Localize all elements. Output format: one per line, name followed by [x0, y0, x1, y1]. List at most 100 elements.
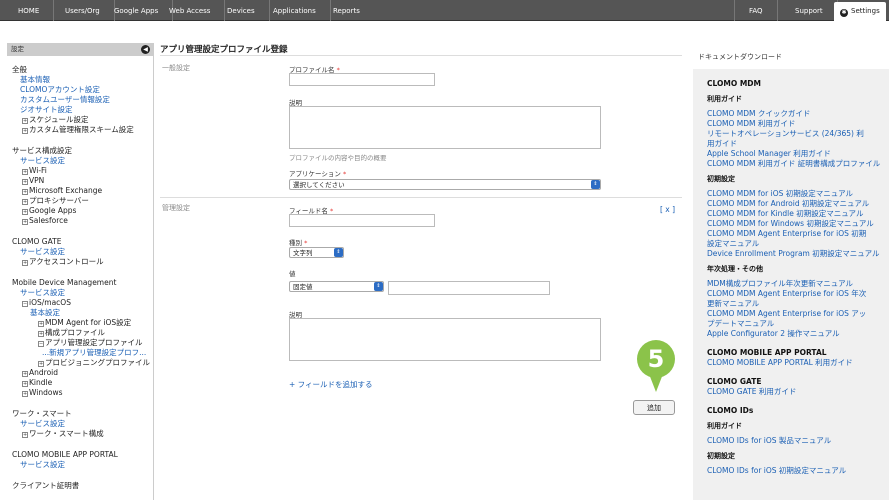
doc-link[interactable]: CLOMO IDs for iOS 製品マニュアル	[707, 436, 889, 446]
sidebar-link-custom-user-info[interactable]: カスタムユーザー情報設定	[12, 95, 153, 105]
doc-link[interactable]: CLOMO MDM for iOS 初期設定マニュアル	[707, 189, 889, 199]
sidebar-link-clomo-account[interactable]: CLOMOアカウント設定	[12, 85, 153, 95]
sidebar-tree-app-profile[interactable]: − アプリ管理設定プロファイル	[12, 338, 153, 348]
add-field-link[interactable]: + フィールドを追加する	[289, 379, 373, 390]
description-textarea[interactable]	[289, 106, 601, 149]
nav-support[interactable]: Support	[781, 0, 838, 21]
sidebar-tree-ws-config[interactable]: + ワーク・スマート構成	[12, 429, 153, 439]
doc-link[interactable]: CLOMO MDM for Android 初期設定マニュアル	[707, 199, 889, 209]
doc-link[interactable]: CLOMO MDM Agent Enterprise for iOS 年次	[707, 289, 889, 299]
ids-section-title: CLOMO IDs	[707, 406, 754, 415]
section-general-label: 一般設定	[162, 64, 190, 72]
sidebar-tree-access-control[interactable]: + アクセスコントロール	[12, 257, 153, 267]
remove-field-button[interactable]: [ x ]	[660, 205, 675, 214]
sidebar-link-geosite[interactable]: ジオサイト設定	[12, 105, 153, 115]
gate-section-title: CLOMO GATE	[707, 377, 762, 386]
profile-name-input[interactable]	[289, 73, 435, 86]
doc-link[interactable]: CLOMO MDM 利用ガイド 証明書構成プロファイル	[707, 159, 889, 169]
expand-icon: +	[22, 432, 28, 438]
nav-settings-tab[interactable]: ✱ Settings	[834, 2, 886, 21]
expand-icon: +	[22, 391, 28, 397]
collapse-icon: −	[22, 301, 28, 307]
sidebar-tree-ios[interactable]: − iOS/macOS	[12, 298, 153, 308]
sidebar-tree-wifi[interactable]: + Wi-Fi	[12, 166, 153, 176]
expand-icon: +	[38, 321, 44, 327]
add-button[interactable]: 追加	[633, 400, 675, 415]
download-list: CLOMO MDM 利用ガイド CLOMO MDM クイックガイド CLOMO …	[693, 69, 889, 500]
sidebar-link-ios-basic[interactable]: 基本設定	[12, 308, 153, 318]
sidebar-tree-provisioning[interactable]: + プロビジョニングプロファイル	[12, 358, 153, 368]
sidebar-section-service: サービス構成設定	[12, 146, 72, 155]
sidebar-link-gate-service[interactable]: サービス設定	[12, 247, 153, 257]
sidebar-tree-exchange[interactable]: + Microsoft Exchange	[12, 186, 153, 196]
doc-link[interactable]: CLOMO MDM for Kindle 初期設定マニュアル	[707, 209, 889, 219]
sidebar-tree-custom-permission[interactable]: + カスタム管理権限スキーム設定	[12, 125, 153, 135]
step-marker-pointer	[649, 374, 663, 392]
value-type-select[interactable]: 固定値 ⇕	[289, 281, 384, 292]
doc-link[interactable]: リモートオペレーションサービス (24/365) 利	[707, 129, 889, 139]
sidebar-tree-vpn[interactable]: + VPN	[12, 176, 153, 186]
collapse-sidebar-icon[interactable]: ◀	[141, 45, 150, 54]
type-select[interactable]: 文字列 ⇕	[289, 247, 344, 258]
doc-link[interactable]: CLOMO MDM for Windows 初期設定マニュアル	[707, 219, 889, 229]
sidebar-link-mdm-service[interactable]: サービス設定	[12, 288, 153, 298]
doc-link[interactable]: CLOMO MDM Agent Enterprise for iOS アッ	[707, 309, 889, 319]
doc-link[interactable]: CLOMO MOBILE APP PORTAL 利用ガイド	[707, 358, 889, 368]
required-mark: *	[342, 170, 347, 178]
expand-icon: +	[22, 209, 28, 215]
doc-link[interactable]: Apple Configurator 2 操作マニュアル	[707, 329, 889, 339]
step-number: 5	[648, 345, 665, 373]
field-name-input[interactable]	[289, 214, 435, 227]
sidebar-tree-config-profile[interactable]: + 構成プロファイル	[12, 328, 153, 338]
required-mark: *	[304, 239, 308, 247]
doc-link[interactable]: プデートマニュアル	[707, 319, 889, 329]
step-marker-icon: 5	[637, 340, 675, 392]
select-arrow-icon: ⇕	[334, 248, 343, 257]
doc-link[interactable]: MDM構成プロファイル年次更新マニュアル	[707, 279, 889, 289]
initial-setup-title: 初期設定	[707, 175, 735, 183]
nav-settings-label: Settings	[851, 7, 880, 15]
doc-link[interactable]: Apple School Manager 利用ガイド	[707, 149, 889, 159]
value-input[interactable]	[388, 281, 550, 295]
doc-link[interactable]: CLOMO GATE 利用ガイド	[707, 387, 889, 397]
sidebar-section-work-smart: ワーク・スマート	[12, 409, 72, 418]
description2-textarea[interactable]	[289, 318, 601, 361]
nav-faq[interactable]: FAQ	[734, 0, 778, 21]
settings-sidebar: 設定 ◀ 全般 基本情報 CLOMOアカウント設定 カスタムユーザー情報設定 ジ…	[7, 43, 154, 500]
expand-icon: +	[38, 361, 44, 367]
doc-link[interactable]: CLOMO MDM クイックガイド	[707, 109, 889, 119]
doc-link[interactable]: CLOMO MDM Agent Enterprise for iOS 初期	[707, 229, 889, 239]
expand-icon: +	[22, 260, 28, 266]
nav-reports[interactable]: Reports	[319, 0, 374, 21]
sidebar-tree-windows[interactable]: + Windows	[12, 388, 153, 398]
expand-icon: +	[38, 331, 44, 337]
sidebar-tree-salesforce[interactable]: + Salesforce	[12, 216, 153, 226]
sidebar-section-mdm: Mobile Device Management	[12, 278, 117, 287]
doc-link[interactable]: Device Enrollment Program 初期設定マニュアル	[707, 249, 889, 259]
sidebar-tree-google-apps[interactable]: + Google Apps	[12, 206, 153, 216]
doc-link[interactable]: CLOMO IDs for iOS 初期設定マニュアル	[707, 466, 889, 476]
sidebar-section-portal: CLOMO MOBILE APP PORTAL	[12, 450, 118, 459]
sidebar-link-portal-service[interactable]: サービス設定	[12, 460, 153, 470]
sidebar-link-new-app-profile[interactable]: ...新規アプリ管理設定プロフ...	[12, 348, 153, 358]
value-label: 値	[289, 270, 296, 278]
application-select[interactable]: 選択してください ⇕	[289, 179, 601, 190]
sidebar-tree-schedule[interactable]: + スケジュール設定	[12, 115, 153, 125]
nav-home[interactable]: HOME	[4, 0, 55, 21]
sidebar-header-label: 設定	[11, 45, 24, 53]
portal-section-title: CLOMO MOBILE APP PORTAL	[707, 348, 827, 357]
doc-link[interactable]: 用ガイド	[707, 139, 889, 149]
sidebar-link-basic-info[interactable]: 基本情報	[12, 75, 153, 85]
sidebar-tree-proxy[interactable]: + プロキシサーバー	[12, 196, 153, 206]
sidebar-link-ws-service[interactable]: サービス設定	[12, 419, 153, 429]
doc-link[interactable]: 更新マニュアル	[707, 299, 889, 309]
sidebar-tree-mdm-agent[interactable]: + MDM Agent for iOS設定	[12, 318, 153, 328]
collapse-icon: −	[38, 341, 44, 347]
sidebar-tree-kindle[interactable]: + Kindle	[12, 378, 153, 388]
doc-link[interactable]: CLOMO MDM 利用ガイド	[707, 119, 889, 129]
sidebar-tree-android[interactable]: + Android	[12, 368, 153, 378]
expand-icon: +	[22, 189, 28, 195]
mdm-section-title: CLOMO MDM	[707, 79, 761, 88]
sidebar-link-service-settings[interactable]: サービス設定	[12, 156, 153, 166]
doc-link[interactable]: 設定マニュアル	[707, 239, 889, 249]
